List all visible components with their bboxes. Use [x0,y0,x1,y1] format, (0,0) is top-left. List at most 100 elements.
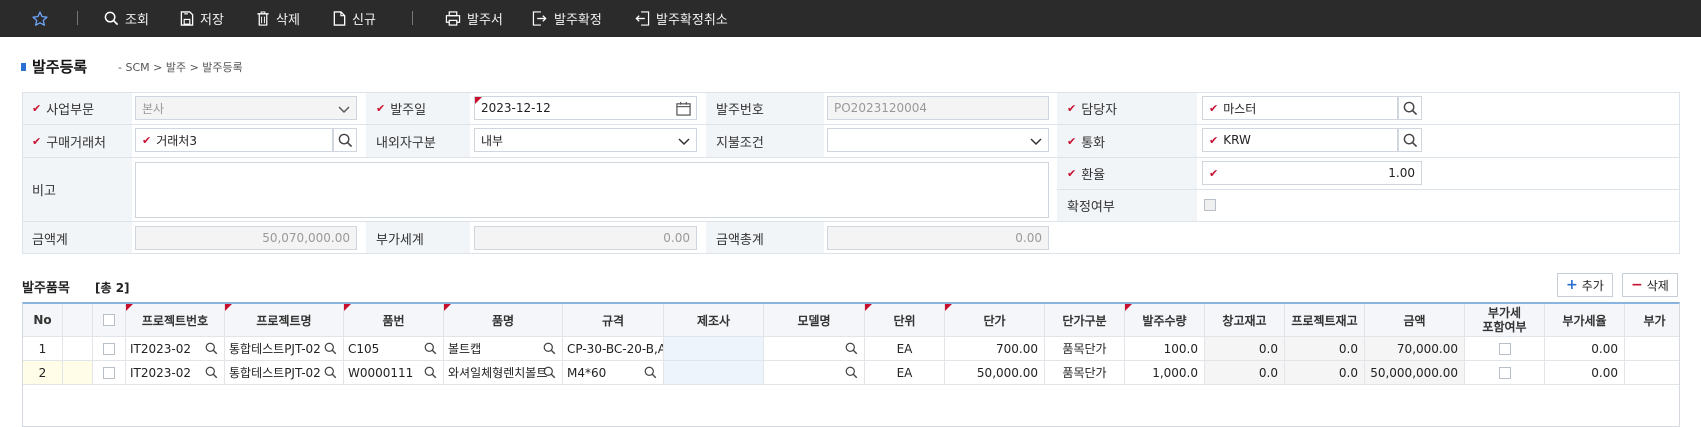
cell-qty[interactable]: 1,000.0 [1125,361,1205,385]
cell-vat-rate[interactable]: 0.00 [1545,337,1625,361]
cell-qty[interactable]: 100.0 [1125,337,1205,361]
print-order-button-label: 발주서 [467,13,503,28]
select-all-checkbox[interactable] [103,314,115,326]
col-header-project-name[interactable]: 프로젝트명 [225,304,344,337]
cell-spec[interactable]: M4*60 [563,361,664,385]
cell-no: 2 [23,361,63,385]
supplier-search-button[interactable] [333,128,357,152]
new-document-icon [333,11,346,26]
cell-blank [63,337,93,361]
cell-vat-more [1625,337,1679,361]
col-header-vat-rate[interactable]: 부가세율 [1545,304,1625,337]
cell-vat-included[interactable] [1465,337,1545,361]
cell-item-no[interactable]: W0000111 [344,361,444,385]
order-date-label: 발주일 [366,92,470,124]
cell-model[interactable] [764,361,865,385]
grand-total-label: 금액총계 [706,222,824,254]
order-date-input[interactable]: 2023-12-12 [474,96,697,120]
add-row-button[interactable]: + 추가 [1557,273,1613,297]
col-header-no[interactable]: No [23,304,63,337]
manager-search-button[interactable] [1398,96,1422,120]
col-header-unit-price[interactable]: 단가 [945,304,1045,337]
search-icon [424,366,437,379]
cell-unit[interactable]: EA [865,361,945,385]
table-row[interactable]: 1 IT2023-02 통합테스트PJT-02 C105 볼트캡 CP-30-B… [23,337,1679,361]
col-header-vat-included[interactable]: 부가세 포함여부 [1465,304,1545,337]
cancel-confirm-button[interactable]: 발주확정취소 [634,0,728,37]
table-row[interactable]: 2 IT2023-02 통합테스트PJT-02 W0000111 와셔일체형렌치… [23,361,1679,385]
cell-vat-included[interactable] [1465,361,1545,385]
cell-item-no[interactable]: C105 [344,337,444,361]
cell-price-type[interactable]: 품목단가 [1045,337,1125,361]
items-grid: No 프로젝트번호 프로젝트명 품번 품명 규격 제조사 모델명 단위 단가 단… [22,302,1680,427]
cell-project-no[interactable]: IT2023-02 [126,337,225,361]
cell-maker[interactable] [664,337,764,361]
new-button[interactable]: 신규 [333,0,376,37]
cell-select[interactable] [93,337,126,361]
cell-spec[interactable]: CP-30-BC-20-B,A [563,337,664,361]
cell-item-name[interactable]: 볼트캡 [444,337,563,361]
cell-vat-rate[interactable]: 0.00 [1545,361,1625,385]
col-header-amount[interactable]: 금액 [1365,304,1465,337]
confirmed-label: 확정여부 [1057,190,1197,221]
top-toolbar: 조회 저장 삭제 신규 발주서 발주확정 발주확정취소 [0,0,1701,37]
manager-input[interactable]: ✔ 마스터 [1202,96,1398,120]
order-no-label: 발주번호 [706,92,824,124]
delete-button-label: 삭제 [276,13,300,28]
vat-included-checkbox[interactable] [1498,366,1511,379]
cell-price-type[interactable]: 품목단가 [1045,361,1125,385]
cell-item-name[interactable]: 와셔일체형렌치볼트 [444,361,563,385]
currency-search-button[interactable] [1398,128,1422,152]
minus-icon: − [1631,277,1643,293]
confirmed-checkbox[interactable] [1204,199,1216,211]
payment-terms-select[interactable] [827,128,1049,152]
cell-unit-price[interactable]: 50,000.00 [945,361,1045,385]
col-header-blank [63,304,93,337]
cell-project-name[interactable]: 통합테스트PJT-02 [225,361,344,385]
col-header-maker[interactable]: 제조사 [664,304,764,337]
search-icon [205,342,218,355]
col-header-qty[interactable]: 발주수량 [1125,304,1205,337]
save-button[interactable]: 저장 [180,0,224,37]
cell-model[interactable] [764,337,865,361]
exchange-rate-input[interactable]: ✔ 1.00 [1202,161,1422,185]
col-header-price-type[interactable]: 단가구분 [1045,304,1125,337]
favorite-star-icon[interactable] [31,0,49,37]
cell-project-stock: 0.0 [1285,337,1365,361]
col-header-warehouse-stock[interactable]: 창고재고 [1205,304,1285,337]
row-checkbox[interactable] [103,342,115,355]
toolbar-divider [412,11,413,25]
row-checkbox[interactable] [103,366,115,379]
vat-included-checkbox[interactable] [1498,342,1511,355]
cell-unit-price[interactable]: 700.00 [945,337,1045,361]
cell-maker[interactable] [664,361,764,385]
chevron-down-icon [338,106,350,113]
supplier-input[interactable]: ✔ 거래처3 [135,128,333,152]
col-header-select-all[interactable] [93,304,126,337]
search-button[interactable]: 조회 [104,0,149,37]
col-header-project-stock[interactable]: 프로젝트재고 [1285,304,1365,337]
col-header-spec[interactable]: 규격 [563,304,664,337]
page-title-area: 발주등록 [21,56,87,77]
search-icon [338,133,352,147]
col-header-vat-more[interactable]: 부가 [1625,304,1679,337]
col-header-item-name[interactable]: 품명 [444,304,563,337]
delete-button[interactable]: 삭제 [256,0,300,37]
cell-unit[interactable]: EA [865,337,945,361]
cell-project-no[interactable]: IT2023-02 [126,361,225,385]
cell-select[interactable] [93,361,126,385]
col-header-project-no[interactable]: 프로젝트번호 [126,304,225,337]
col-header-unit[interactable]: 단위 [865,304,945,337]
cell-project-name[interactable]: 통합테스트PJT-02 [225,337,344,361]
print-order-button[interactable]: 발주서 [445,0,503,37]
domestic-type-select[interactable]: 내부 [474,128,697,152]
col-header-item-no[interactable]: 품번 [344,304,444,337]
remarks-textarea[interactable] [135,162,1049,218]
currency-input[interactable]: ✔ KRW [1202,128,1398,152]
business-unit-select[interactable]: 본사 [135,96,357,120]
delete-row-button[interactable]: − 삭제 [1622,273,1678,297]
col-header-model[interactable]: 모델명 [764,304,865,337]
amount-total-value: 50,070,000.00 [135,226,357,250]
print-icon [445,11,461,26]
confirm-order-button[interactable]: 발주확정 [532,0,602,37]
